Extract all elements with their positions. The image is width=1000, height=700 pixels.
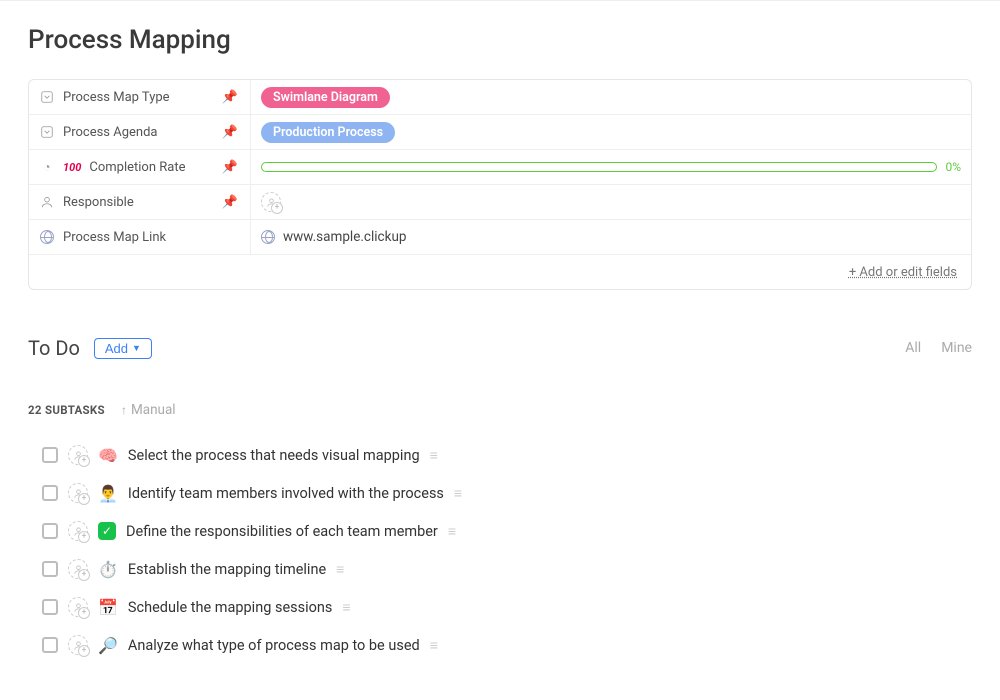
subtask-row[interactable]: 👨‍💼 Identify team members involved with t… — [42, 474, 972, 512]
link-text[interactable]: www.sample.clickup — [283, 229, 406, 245]
dropdown-field-icon — [39, 90, 55, 104]
fields-footer-row: + Add or edit fields — [29, 255, 971, 289]
custom-fields-panel: Process Map Type 📌 Swimlane Diagram Proc… — [28, 79, 972, 290]
chevron-down-icon: ▼ — [132, 343, 141, 353]
field-process-agenda[interactable]: Process Agenda 📌 Production Process — [29, 115, 971, 150]
field-label: Completion Rate — [89, 160, 213, 175]
description-icon[interactable]: ≡ — [430, 637, 436, 654]
subtask-list: 🧠 Select the process that needs visual ma… — [28, 436, 972, 664]
pin-icon[interactable]: 📌 — [222, 160, 238, 175]
subtask-emoji-icon: ⏱️ — [98, 560, 118, 579]
subtask-checkbox[interactable] — [42, 637, 58, 653]
assign-user-icon[interactable] — [68, 445, 88, 465]
subtask-title[interactable]: Define the responsibilities of each team… — [126, 523, 438, 540]
field-label-cell: Responsible 📌 — [29, 185, 251, 219]
subtasks-count: 22 Subtasks — [28, 403, 105, 417]
field-completion-rate[interactable]: ◔ 100 Completion Rate 📌 0% — [29, 150, 971, 185]
page-title: Process Mapping — [28, 25, 972, 55]
dropdown-field-icon — [39, 125, 55, 139]
subtask-title[interactable]: Analyze what type of process map to be u… — [128, 637, 420, 654]
tag-production-process[interactable]: Production Process — [261, 122, 395, 143]
assign-user-icon[interactable] — [68, 483, 88, 503]
progress-percent: 0% — [945, 160, 961, 174]
description-icon[interactable]: ≡ — [448, 523, 454, 540]
todo-section-header: To Do Add ▼ All Mine — [28, 336, 972, 360]
subtask-emoji-icon: 🧠 — [98, 446, 118, 465]
subtask-row[interactable]: 📅 Schedule the mapping sessions ≡ — [42, 588, 972, 626]
subtask-checkbox[interactable] — [42, 485, 58, 501]
progress-bar-wrap[interactable]: 0% — [261, 160, 961, 174]
tag-swimlane[interactable]: Swimlane Diagram — [261, 87, 390, 108]
pin-icon[interactable]: 📌 — [222, 195, 238, 210]
field-process-map-link[interactable]: Process Map Link www.sample.clickup — [29, 220, 971, 255]
subtask-checkbox[interactable] — [42, 523, 58, 539]
subtask-emoji-icon: 👨‍💼 — [98, 484, 118, 503]
field-label-cell: Process Agenda 📌 — [29, 115, 251, 149]
todo-heading: To Do — [28, 336, 80, 360]
assign-user-icon[interactable] — [68, 521, 88, 541]
sort-manual[interactable]: ↑ Manual — [121, 402, 176, 418]
sort-label: Manual — [131, 402, 176, 418]
pin-icon[interactable]: 📌 — [222, 125, 238, 140]
assign-user-icon[interactable] — [68, 559, 88, 579]
field-value[interactable]: www.sample.clickup — [251, 220, 971, 254]
subtask-title[interactable]: Establish the mapping timeline — [128, 561, 326, 578]
field-label: Process Map Link — [63, 230, 240, 245]
field-value[interactable]: 0% — [251, 150, 971, 184]
field-label: Responsible — [63, 195, 214, 210]
subtask-checkbox[interactable] — [42, 599, 58, 615]
globe-icon — [261, 230, 275, 244]
assign-user-icon[interactable] — [68, 635, 88, 655]
arrow-up-icon: ↑ — [121, 403, 127, 417]
add-or-edit-fields-link[interactable]: + Add or edit fields — [849, 265, 957, 280]
progress-bar[interactable] — [261, 162, 937, 172]
subtask-row[interactable]: 🧠 Select the process that needs visual ma… — [42, 436, 972, 474]
field-value[interactable]: Swimlane Diagram — [251, 80, 971, 114]
field-responsible[interactable]: Responsible 📌 — [29, 185, 971, 220]
description-icon[interactable]: ≡ — [454, 485, 460, 502]
add-button-label: Add — [105, 341, 128, 356]
assign-user-icon[interactable] — [261, 192, 281, 212]
subtask-title[interactable]: Identify team members involved with the … — [128, 485, 444, 502]
subtask-title[interactable]: Select the process that needs visual map… — [128, 447, 420, 464]
field-value[interactable] — [251, 185, 971, 219]
filter-mine[interactable]: Mine — [941, 340, 972, 356]
field-label: Process Map Type — [63, 90, 214, 105]
subtask-title[interactable]: Schedule the mapping sessions — [128, 599, 332, 616]
description-icon[interactable]: ≡ — [336, 561, 342, 578]
subtask-checkbox[interactable] — [42, 561, 58, 577]
subtask-emoji-icon: 📅 — [98, 598, 118, 617]
assign-user-icon[interactable] — [68, 597, 88, 617]
field-process-map-type[interactable]: Process Map Type 📌 Swimlane Diagram — [29, 80, 971, 115]
subtask-emoji-icon: 🔎 — [98, 636, 118, 655]
subtask-checkbox[interactable] — [42, 447, 58, 463]
hundred-emoji-icon: 100 — [63, 161, 81, 174]
add-button[interactable]: Add ▼ — [94, 338, 152, 359]
check-badge-icon: ✓ — [98, 522, 116, 540]
progress-field-icon: ◔ — [39, 160, 55, 174]
description-icon[interactable]: ≡ — [342, 599, 348, 616]
field-label-cell: ◔ 100 Completion Rate 📌 — [29, 150, 251, 184]
pin-icon[interactable]: 📌 — [222, 90, 238, 105]
todo-filters: All Mine — [905, 340, 972, 356]
field-label-cell: Process Map Link — [29, 220, 251, 254]
subtask-row[interactable]: 🔎 Analyze what type of process map to be … — [42, 626, 972, 664]
filter-all[interactable]: All — [905, 340, 921, 356]
field-value[interactable]: Production Process — [251, 115, 971, 149]
subtask-row[interactable]: ⏱️ Establish the mapping timeline ≡ — [42, 550, 972, 588]
person-field-icon — [39, 195, 55, 209]
subtasks-meta: 22 Subtasks ↑ Manual — [28, 402, 972, 418]
globe-field-icon — [39, 230, 55, 244]
description-icon[interactable]: ≡ — [430, 447, 436, 464]
field-label-cell: Process Map Type 📌 — [29, 80, 251, 114]
subtask-row[interactable]: ✓ Define the responsibilities of each tea… — [42, 512, 972, 550]
field-label: Process Agenda — [63, 125, 214, 140]
